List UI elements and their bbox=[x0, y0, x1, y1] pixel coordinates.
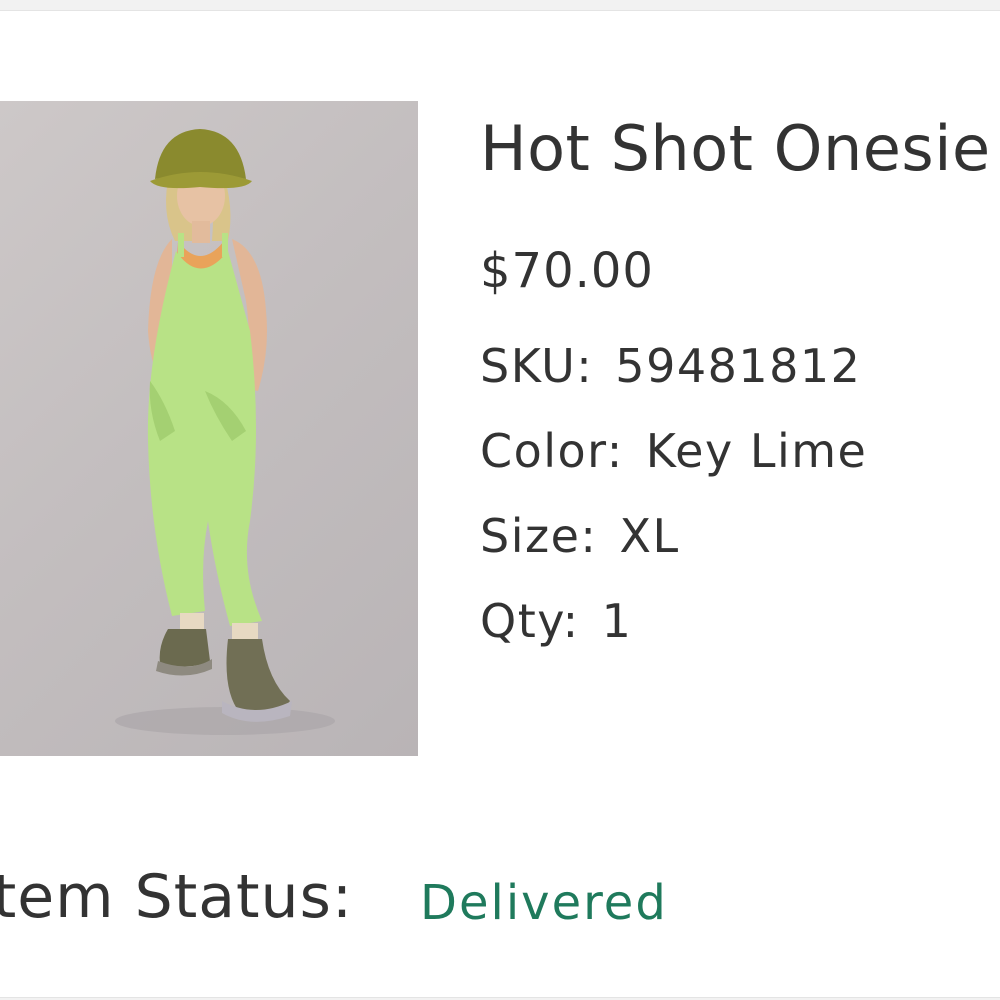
color-row: Color: Key Lime bbox=[480, 421, 867, 481]
qty-row: Qty: 1 bbox=[480, 591, 632, 651]
sku-value: 59481812 bbox=[615, 339, 862, 393]
color-label: Color: bbox=[480, 424, 624, 478]
product-photo-illustration bbox=[115, 129, 335, 735]
product-image[interactable] bbox=[0, 101, 418, 756]
sku-row: SKU: 59481812 bbox=[480, 336, 861, 396]
qty-label: Qty: bbox=[480, 594, 580, 648]
item-status-label: Item Status: bbox=[0, 862, 354, 932]
size-label: Size: bbox=[480, 509, 598, 563]
item-status-value: Delivered bbox=[420, 875, 668, 931]
sku-label: SKU: bbox=[480, 339, 594, 393]
qty-value: 1 bbox=[601, 594, 633, 648]
product-title[interactable]: Hot Shot Onesie bbox=[480, 109, 991, 189]
color-value: Key Lime bbox=[645, 424, 868, 478]
order-item-card: Hot Shot Onesie $70.00 SKU: 59481812 Colo… bbox=[0, 10, 1000, 998]
product-price: $70.00 bbox=[480, 243, 654, 299]
size-row: Size: XL bbox=[480, 506, 680, 566]
size-value: XL bbox=[619, 509, 680, 563]
